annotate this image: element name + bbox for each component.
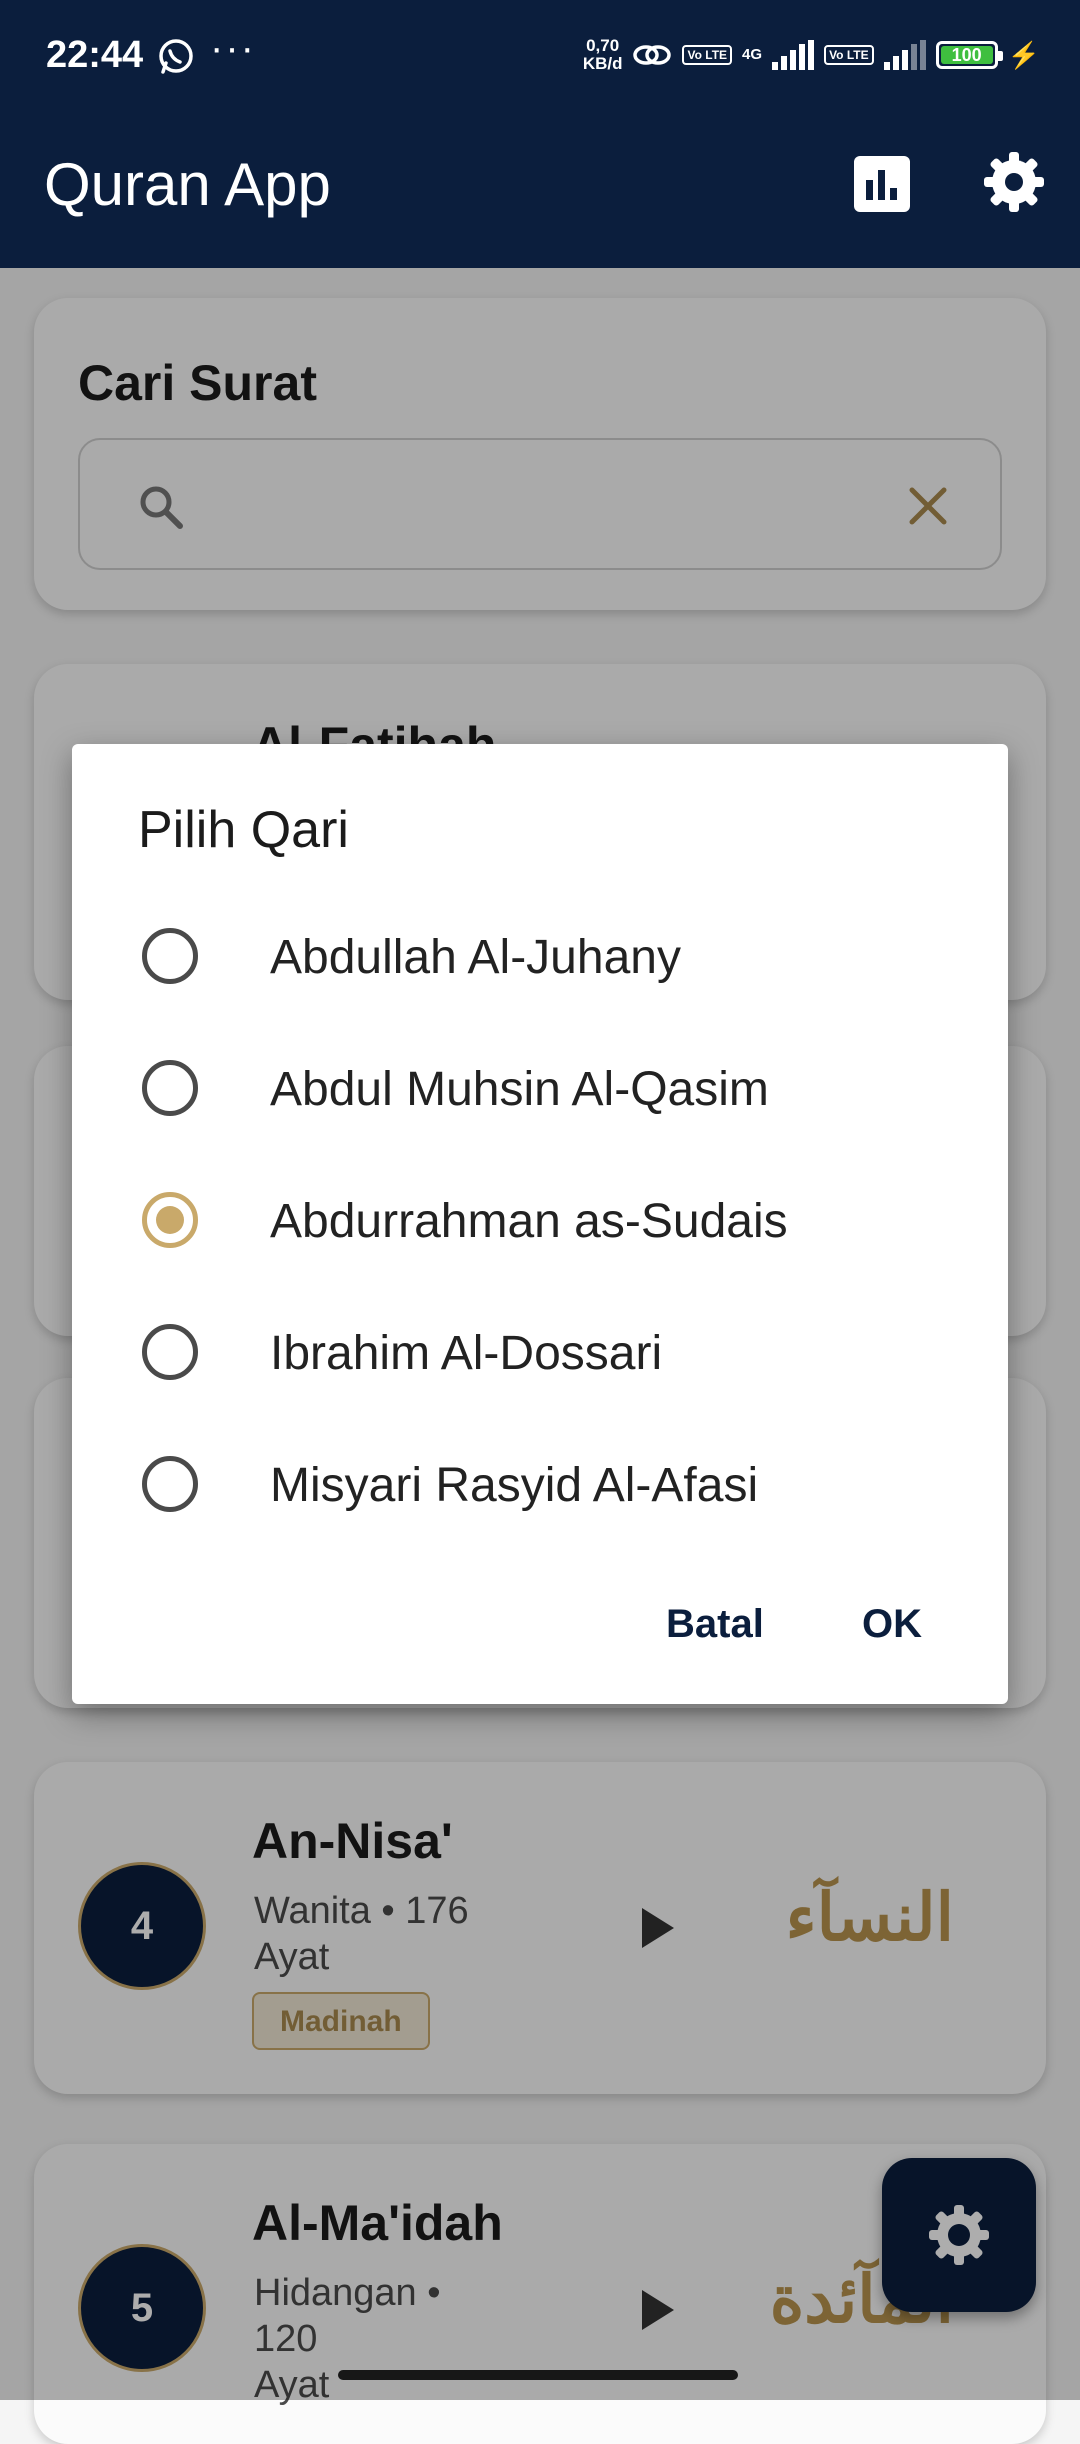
link-icon xyxy=(633,45,672,65)
option-label: Abdul Muhsin Al-Qasim xyxy=(270,1063,769,1116)
option-label: Misyari Rasyid Al-Afasi xyxy=(270,1459,759,1512)
ok-button[interactable]: OK xyxy=(862,1602,922,1647)
whatsapp-icon xyxy=(159,39,193,74)
option-label: Abdullah Al-Juhany xyxy=(270,931,681,984)
dialog-title: Pilih Qari xyxy=(138,801,349,859)
app-bar: Quran App xyxy=(0,116,1080,268)
battery-icon: 100 xyxy=(935,41,1003,69)
more-notifications: ··· xyxy=(210,26,256,70)
stats-icon[interactable] xyxy=(854,156,910,212)
option-label: Ibrahim Al-Dossari xyxy=(270,1327,663,1380)
radio-button-checked[interactable] xyxy=(142,1192,198,1248)
radio-button[interactable] xyxy=(142,1060,198,1116)
qari-option[interactable]: Misyari Rasyid Al-Afasi xyxy=(72,1418,1008,1550)
signal-icon xyxy=(772,40,815,70)
qari-dialog: Pilih Qari Abdullah Al-Juhany Abdul Muhs… xyxy=(72,744,1008,1704)
qari-option[interactable]: Abdul Muhsin Al-Qasim xyxy=(72,1022,1008,1154)
volte-chip-1: Vo LTE xyxy=(682,45,733,65)
radio-button[interactable] xyxy=(142,1456,198,1512)
charging-icon: ⚡ xyxy=(1007,39,1040,70)
gear-icon[interactable] xyxy=(982,150,1046,214)
network-type: 4G xyxy=(742,46,763,63)
app-title: Quran App xyxy=(44,151,331,218)
qari-option[interactable]: Abdullah Al-Juhany xyxy=(72,890,1008,1022)
qari-option[interactable]: Ibrahim Al-Dossari xyxy=(72,1286,1008,1418)
qari-option-selected[interactable]: Abdurrahman as-Sudais xyxy=(72,1154,1008,1286)
status-icons: 0,70 KB/d Vo LTE 4G Vo LTE 100 ⚡ xyxy=(583,30,1040,80)
status-bar: 22:44 ··· 0,70 KB/d Vo LTE 4G Vo LTE 100… xyxy=(0,0,1080,116)
radio-button[interactable] xyxy=(142,1324,198,1380)
volte-chip-2: Vo LTE xyxy=(824,45,874,65)
signal-icon-2 xyxy=(883,40,926,70)
status-time: 22:44 xyxy=(46,34,144,76)
radio-button[interactable] xyxy=(142,928,198,984)
cancel-button[interactable]: Batal xyxy=(666,1602,764,1647)
network-speed: 0,70 KB/d xyxy=(582,36,623,73)
option-label: Abdurrahman as-Sudais xyxy=(270,1195,788,1248)
